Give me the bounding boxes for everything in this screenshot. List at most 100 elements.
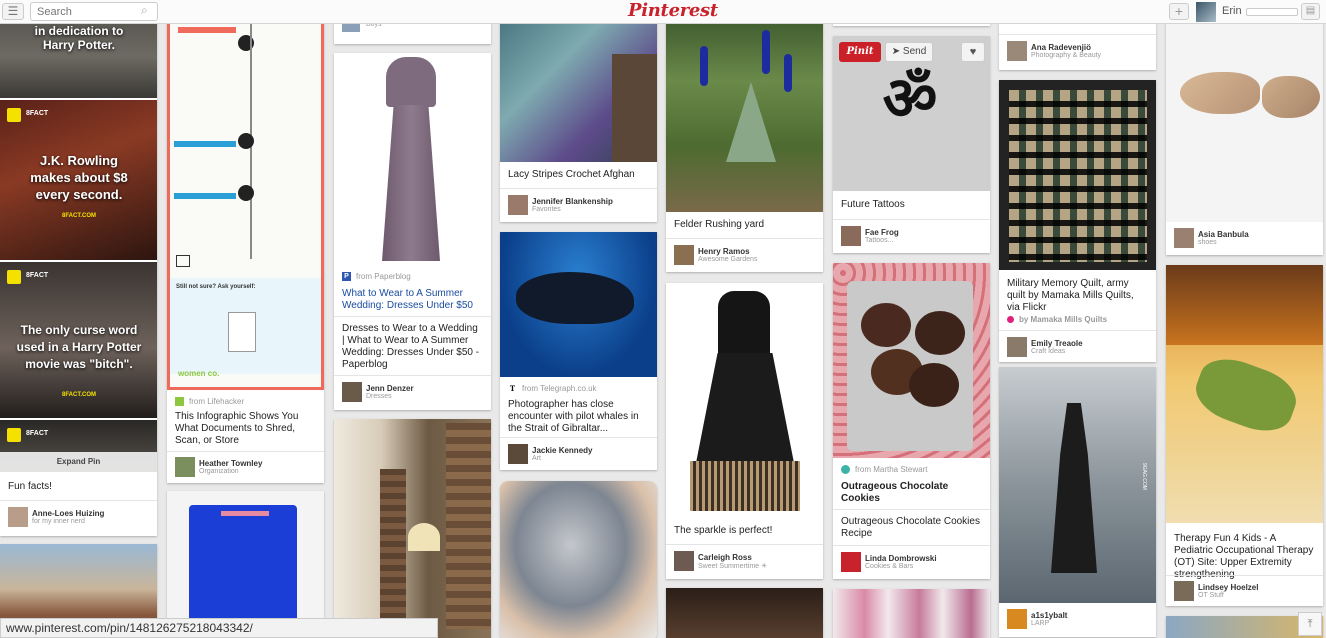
pinner-name[interactable]: Lindsey Hoelzel (1198, 583, 1258, 592)
pinner-name[interactable]: Asia Banbula (1198, 230, 1249, 239)
pinner-avatar[interactable] (674, 245, 694, 265)
pin-archer-costume[interactable]: 9GAG.COM a1s1ybalt LARP (999, 367, 1156, 637)
pinner-avatar[interactable] (1174, 581, 1194, 601)
source-text[interactable]: from Paperblog (356, 272, 411, 281)
board-name[interactable]: Favorites (532, 206, 561, 213)
user-name[interactable]: Erin (1222, 5, 1242, 17)
pin-pilot-whale[interactable]: Tfrom Telegraph.co.uk Photographer has c… (500, 232, 657, 470)
board-name[interactable]: shoes (1198, 239, 1217, 246)
board-name[interactable]: LARP (1031, 620, 1049, 627)
pinner-avatar[interactable] (841, 552, 861, 572)
pin-attribution[interactable]: Ana Radevenjiö Photography & Beauty (1007, 41, 1150, 63)
pinner-avatar[interactable] (1007, 41, 1027, 61)
source-text[interactable]: from Telegraph.co.uk (522, 384, 597, 393)
menu-button[interactable]: ☰ (2, 3, 24, 20)
pinner-name[interactable]: Jennifer Blankenship (532, 197, 613, 206)
board-name[interactable]: OT Stuff (1198, 592, 1224, 599)
pin-attribution[interactable]: Emily Treaole Craft Ideas (1007, 337, 1150, 359)
notifications-button[interactable]: ▤ (1301, 3, 1320, 20)
pinner-avatar[interactable] (175, 457, 195, 477)
board-name[interactable]: Art (532, 455, 541, 462)
pin-title[interactable]: What to Wear to A Summer Wedding: Dresse… (342, 288, 483, 312)
pin-attribution[interactable]: Henry Ramos Awesome Gardens (674, 245, 817, 267)
pin-attribution[interactable]: Heather Townley Organization (175, 457, 318, 479)
pin-it-button[interactable]: Pinit (839, 42, 881, 62)
pin-pink-hair[interactable] (833, 589, 990, 638)
pin-source[interactable]: Pfrom Paperblog (342, 272, 483, 281)
expand-pin-button[interactable]: Expand Pin (0, 452, 157, 472)
pinner-name[interactable]: a1s1ybalt (1031, 611, 1067, 620)
pinner-avatar[interactable] (508, 195, 528, 215)
source-text[interactable]: from Martha Stewart (855, 465, 927, 474)
pinner-avatar[interactable] (1007, 337, 1027, 357)
like-button[interactable]: ♥ (961, 42, 985, 62)
pinner-name[interactable]: Henry Ramos (698, 247, 750, 256)
pin-attribution[interactable]: Jennifer Blankenship Favorites (508, 195, 651, 217)
board-name[interactable]: Cookies & Bars (865, 563, 913, 570)
board-name[interactable]: Sweet Summertime ☀ (698, 562, 767, 570)
pinner-avatar[interactable] (1007, 609, 1027, 629)
pinner-name[interactable]: Carleigh Ross (698, 553, 752, 562)
pin-title[interactable]: Outrageous Chocolate Cookies (841, 481, 982, 505)
pin-attribution[interactable]: Lindsey Hoelzel OT Stuff (1174, 581, 1317, 603)
pin-chocolate-cookies[interactable]: from Martha Stewart Outrageous Chocolate… (833, 263, 990, 579)
pin-jeweled-shoes[interactable]: Asia Banbula shoes (1166, 0, 1323, 255)
send-button[interactable]: ➤ Send (885, 42, 933, 62)
pin-source[interactable]: from Martha Stewart (841, 465, 982, 474)
pinner-name[interactable]: Jenn Denzer (366, 384, 414, 393)
pin-attribution[interactable]: Fae Frog Tattoos... (841, 226, 984, 248)
pinner-name[interactable]: Fae Frog (865, 228, 899, 237)
pinner-name[interactable]: Ana Radevenjiö (1031, 43, 1091, 52)
board-name[interactable]: Dresses (366, 393, 392, 400)
pin-purple-dress[interactable]: Pfrom Paperblog What to Wear to A Summer… (334, 53, 491, 410)
pinner-avatar[interactable] (508, 444, 528, 464)
board-name[interactable]: for my inner nerd (32, 518, 85, 525)
pinterest-logo[interactable]: Pinterest (628, 0, 718, 21)
pin-source[interactable]: Tfrom Telegraph.co.uk (508, 384, 649, 393)
pin-attribution[interactable]: Jenn Denzer Dresses (342, 382, 485, 404)
pin-attribution[interactable]: a1s1ybalt LARP (1007, 609, 1150, 631)
pin-attribution[interactable]: Carleigh Ross Sweet Summertime ☀ (674, 551, 817, 573)
pinner-avatar[interactable] (1174, 228, 1194, 248)
pinner-name[interactable]: Anne-Loes Huizing (32, 509, 104, 518)
pin-barn-door-room[interactable] (334, 419, 491, 638)
pinner-avatar[interactable] (674, 551, 694, 571)
pinner-name[interactable]: Jackie Kennedy (532, 446, 592, 455)
board-name[interactable]: Awesome Gardens (698, 256, 757, 263)
pinner-name[interactable]: Emily Treaole (1031, 339, 1083, 348)
pin-om-tattoo[interactable]: ॐ Pinit ➤ Send ♥ Future Tattoos Fae Frog… (833, 36, 990, 253)
pin-crochet-afghan[interactable]: Lacy Stripes Crochet Afghan Jennifer Bla… (500, 0, 657, 222)
board-name[interactable]: Organization (199, 468, 239, 475)
source-text[interactable]: from Lifehacker (189, 397, 244, 406)
pin-attribution[interactable]: Anne-Loes Huizing for my inner nerd (8, 507, 151, 529)
pin-attribution[interactable]: Linda Dombrowski Cookies & Bars (841, 552, 984, 574)
add-pin-button[interactable]: + (1169, 3, 1189, 20)
scroll-to-top-button[interactable]: ⤒ (1298, 612, 1322, 636)
pin-dark-photo[interactable] (666, 588, 823, 638)
pin-blue-bag[interactable] (167, 491, 324, 638)
pinner-avatar[interactable] (841, 226, 861, 246)
pin-therapy-fun[interactable]: Therapy Fun 4 Kids - A Pediatric Occupat… (1166, 265, 1323, 606)
pin-source[interactable]: from Lifehacker (175, 397, 316, 406)
pinner-avatar[interactable] (8, 507, 28, 527)
search-input[interactable] (30, 2, 158, 21)
pin-black-dress[interactable]: The sparkle is perfect! Carleigh Ross Sw… (666, 283, 823, 579)
search-icon[interactable]: ⌕ (141, 3, 148, 18)
pinner-name[interactable]: Linda Dombrowski (865, 554, 937, 563)
pinner-name[interactable]: Heather Townley (199, 459, 262, 468)
pin-attribution[interactable]: Jackie Kennedy Art (508, 444, 651, 466)
pin-via[interactable]: by Mamaka Mills Quilts (1007, 315, 1148, 324)
pin-memory-quilt[interactable]: Military Memory Quilt, army quilt by Mam… (999, 80, 1156, 362)
pin-hair-mask[interactable] (500, 481, 657, 638)
board-name[interactable]: Craft Ideas (1031, 348, 1065, 355)
pinner-avatar[interactable] (342, 382, 362, 402)
user-avatar[interactable] (1196, 2, 1216, 22)
via-text[interactable]: by Mamaka Mills Quilts (1019, 315, 1107, 324)
pin-infographic[interactable]: Still not sure? Ask yourself: women co. … (167, 0, 324, 483)
pin-bottle-garden[interactable]: Felder Rushing yard Henry Ramos Awesome … (666, 0, 823, 272)
pin-attribution[interactable]: Asia Banbula shoes (1174, 228, 1317, 250)
pin-description: Therapy Fun 4 Kids - A Pediatric Occupat… (1174, 533, 1314, 580)
board-name[interactable]: Photography & Beauty (1031, 52, 1101, 59)
board-name[interactable]: Tattoos... (865, 237, 893, 244)
user-menu-bar[interactable] (1246, 8, 1298, 16)
